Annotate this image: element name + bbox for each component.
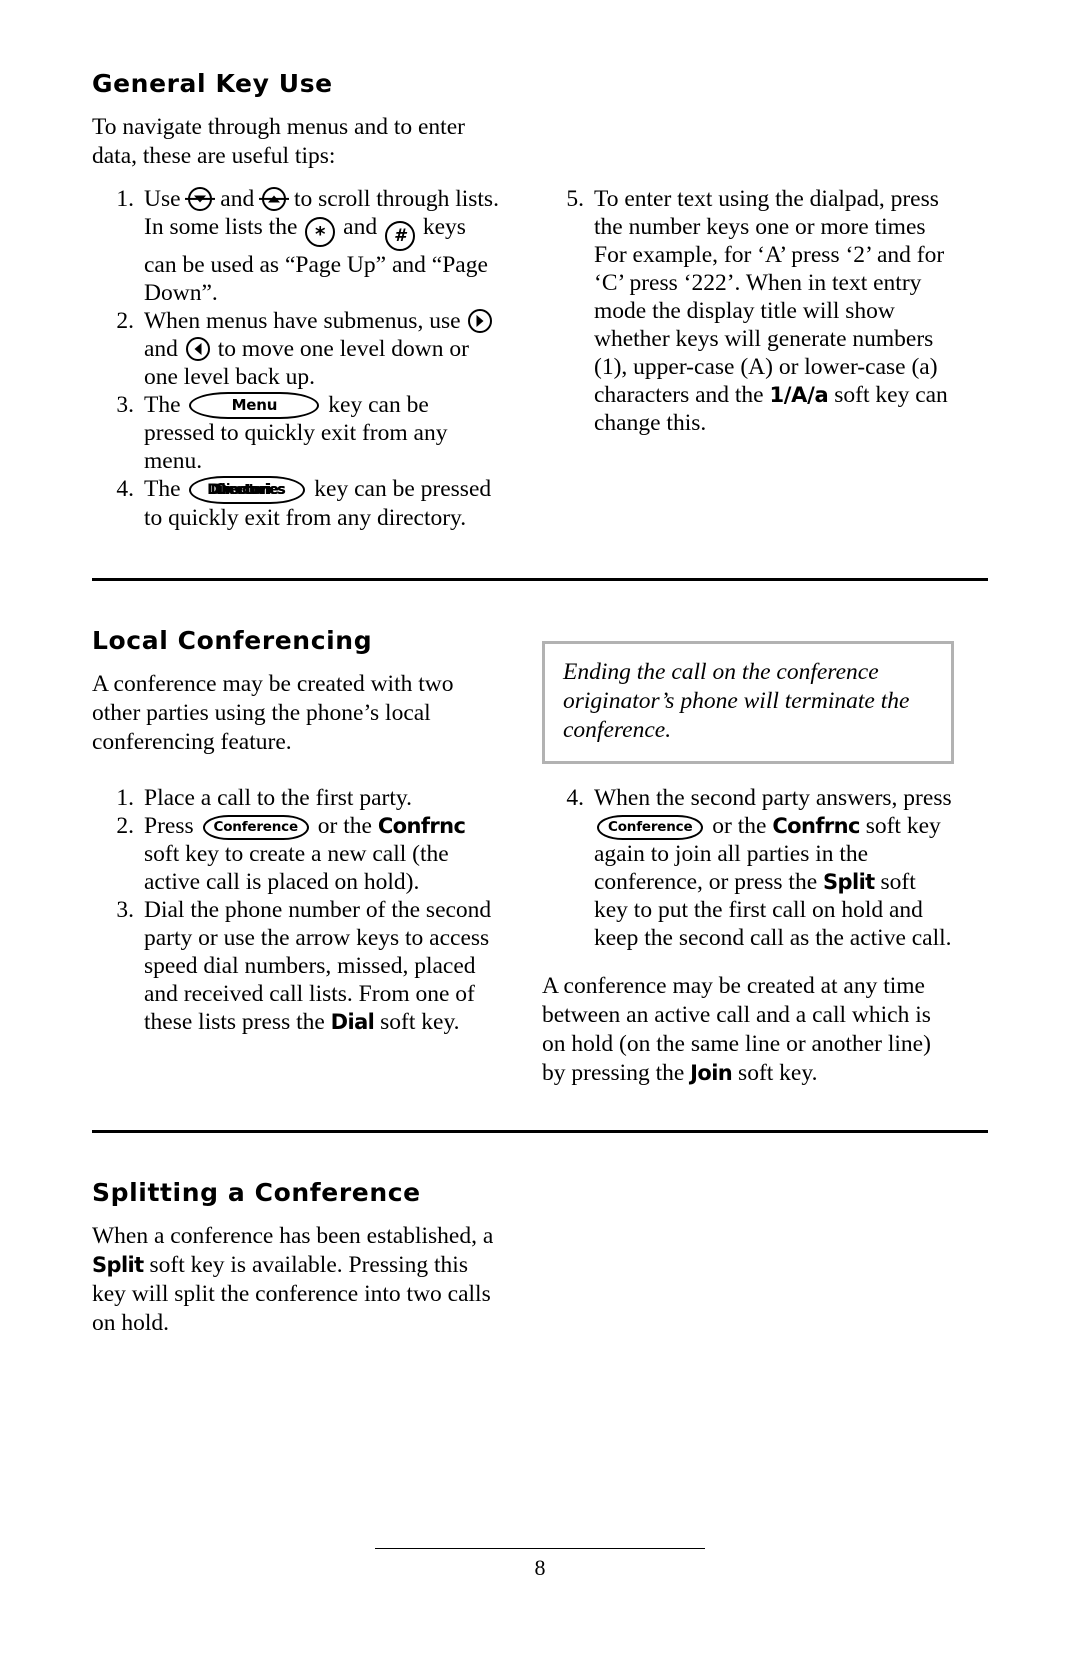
soft-key-split: Split xyxy=(92,1252,144,1277)
note-callout-text: Ending the call on the conference origin… xyxy=(563,658,910,743)
step-number: 3. xyxy=(116,896,134,923)
step-text-fragment: soft key to create a new call (the activ… xyxy=(144,840,449,895)
footer-rule xyxy=(375,1548,705,1549)
directories-hard-key: DirectoriesDirectoriesDirectoriesDirecto… xyxy=(189,475,306,504)
step-number: 5. xyxy=(566,185,584,212)
conference-hard-key: Conference xyxy=(597,814,704,840)
soft-key-join: Join xyxy=(690,1060,733,1085)
list-item: 4. When the second party answers, press … xyxy=(542,784,954,952)
document-page: General Key Use To navigate through menu… xyxy=(0,0,1080,1669)
general-key-use-intro: To navigate through menus and to enter d… xyxy=(92,113,465,169)
section-general-key-use: General Key Use To navigate through menu… xyxy=(92,69,988,532)
step-text: The DirectoriesDirectoriesDirectoriesDir… xyxy=(144,475,491,531)
step-number: 3. xyxy=(116,391,134,418)
general-key-use-step-list-continued: 5. To enter text using the dialpad, pres… xyxy=(542,185,954,437)
soft-key-split: Split xyxy=(823,869,875,894)
scroll-up-key-icon xyxy=(262,186,287,211)
soft-key-confrnc: Confrnc xyxy=(377,813,466,838)
step-text-fragment: The xyxy=(144,475,181,502)
soft-key-1-a-a: 1/A/a xyxy=(769,382,829,407)
step-number: 1. xyxy=(116,185,134,212)
menu-hard-key: Menu xyxy=(189,391,320,419)
general-key-use-step-list: 1. Use and to scroll through lists. In s… xyxy=(92,185,504,532)
step-text-fragment: Press xyxy=(144,812,194,839)
left-arrow-key-icon xyxy=(185,336,210,361)
page-footer: 8 xyxy=(0,1548,1080,1581)
soft-key-dial: Dial xyxy=(330,1009,375,1034)
local-conferencing-intro: A conference may be created with two oth… xyxy=(92,670,454,755)
step-number: 2. xyxy=(116,307,134,334)
right-arrow-key-icon xyxy=(468,308,493,333)
body-text-fragment: When a conference has been established, … xyxy=(92,1222,494,1249)
step-text-fragment: and xyxy=(144,335,178,362)
heading-local-conferencing: Local Conferencing xyxy=(92,625,373,655)
step-text-fragment: soft key. xyxy=(380,1008,460,1035)
general-key-use-left-column: 1. Use and to scroll through lists. In s… xyxy=(92,185,504,532)
local-conferencing-steps-columns: 1. Place a call to the first party. 2. P… xyxy=(92,784,988,1094)
local-conferencing-step-list: 1. Place a call to the first party. 2. P… xyxy=(92,784,504,1036)
step-text: Dial the phone number of the second part… xyxy=(144,897,491,1035)
step-text-fragment: The xyxy=(144,391,181,418)
list-item: 5. To enter text using the dialpad, pres… xyxy=(542,185,954,437)
local-conferencing-right-intro: Ending the call on the conference origin… xyxy=(542,627,954,764)
note-callout-box: Ending the call on the conference origin… xyxy=(542,640,954,764)
page-number: 8 xyxy=(534,1555,546,1580)
step-text-fragment: or the xyxy=(712,812,767,839)
local-conferencing-step-list-continued: 4. When the second party answers, press … xyxy=(542,784,954,952)
conference-hard-key: Conference xyxy=(202,814,309,840)
step-text-fragment: Use xyxy=(144,185,181,212)
step-text-fragment: When the second party answers, press xyxy=(594,784,952,811)
step-text: When the second party answers, press Con… xyxy=(594,785,952,951)
general-key-use-right-column: 5. To enter text using the dialpad, pres… xyxy=(542,185,954,437)
section-splitting-a-conference: Splitting a Conference When a conference… xyxy=(92,1177,988,1344)
step-number: 1. xyxy=(116,784,134,811)
step-text-fragment: To enter text using the dialpad, press t… xyxy=(594,185,945,408)
step-text: Press Conference or the Confrnc soft key… xyxy=(144,812,466,895)
step-text-fragment: or the xyxy=(317,812,372,839)
list-item: 1. Place a call to the first party. xyxy=(92,784,504,812)
body-text-fragment: soft key is available. Pressing this key… xyxy=(92,1251,491,1336)
step-text-fragment: and xyxy=(343,213,378,240)
splitting-a-conference-columns: Splitting a Conference When a conference… xyxy=(92,1177,988,1344)
list-item: 3. The Menu key can be pressed to quickl… xyxy=(92,391,504,475)
star-key-icon: * xyxy=(305,216,336,247)
local-conferencing-left-column: 1. Place a call to the first party. 2. P… xyxy=(92,784,504,1036)
step-text: Use and to scroll through lists. In some… xyxy=(144,186,499,306)
list-item: 2. Press Conference or the Confrnc soft … xyxy=(92,812,504,896)
closing-text-fragment: soft key. xyxy=(738,1059,818,1086)
local-conferencing-right-column: 4. When the second party answers, press … xyxy=(542,784,954,1094)
scroll-down-key-icon xyxy=(188,186,213,211)
heading-splitting-a-conference: Splitting a Conference xyxy=(92,1177,421,1207)
step-text-fragment: When menus have submenus, use xyxy=(144,307,461,334)
step-number: 4. xyxy=(566,784,584,811)
local-conferencing-intro-columns: Local Conferencing A conference may be c… xyxy=(92,625,988,764)
splitting-a-conference-left-column: Splitting a Conference When a conference… xyxy=(92,1177,504,1344)
heading-general-key-use: General Key Use xyxy=(92,69,333,98)
pound-key-icon: # xyxy=(384,220,415,251)
splitting-a-conference-body: When a conference has been established, … xyxy=(92,1222,504,1338)
general-key-use-columns: 1. Use and to scroll through lists. In s… xyxy=(92,185,988,532)
soft-key-confrnc: Confrnc xyxy=(772,813,860,838)
step-text: When menus have submenus, use and to mov… xyxy=(144,308,494,390)
step-text: The Menu key can be pressed to quickly e… xyxy=(144,391,447,474)
step-text-fragment: and xyxy=(220,185,255,212)
step-number: 2. xyxy=(116,812,134,839)
list-item: 2. When menus have submenus, use and to … xyxy=(92,307,504,391)
directories-hard-key-label: DirectoriesDirectoriesDirectoriesDirecto… xyxy=(207,480,286,500)
local-conferencing-left-intro: Local Conferencing A conference may be c… xyxy=(92,625,504,763)
step-text: To enter text using the dialpad, press t… xyxy=(594,186,948,436)
section-local-conferencing: Local Conferencing A conference may be c… xyxy=(92,625,988,1094)
closing-text-fragment: A conference may be created at any time … xyxy=(542,972,931,1086)
step-number: 4. xyxy=(116,475,134,502)
directories-label-layer: Directories xyxy=(206,481,286,498)
local-conferencing-closing-paragraph: A conference may be created at any time … xyxy=(542,972,954,1088)
list-item: 1. Use and to scroll through lists. In s… xyxy=(92,185,504,307)
list-item: 3. Dial the phone number of the second p… xyxy=(92,896,504,1036)
step-text: Place a call to the first party. xyxy=(144,784,412,811)
list-item: 4. The Directories Directories Directories… xyxy=(92,475,504,532)
